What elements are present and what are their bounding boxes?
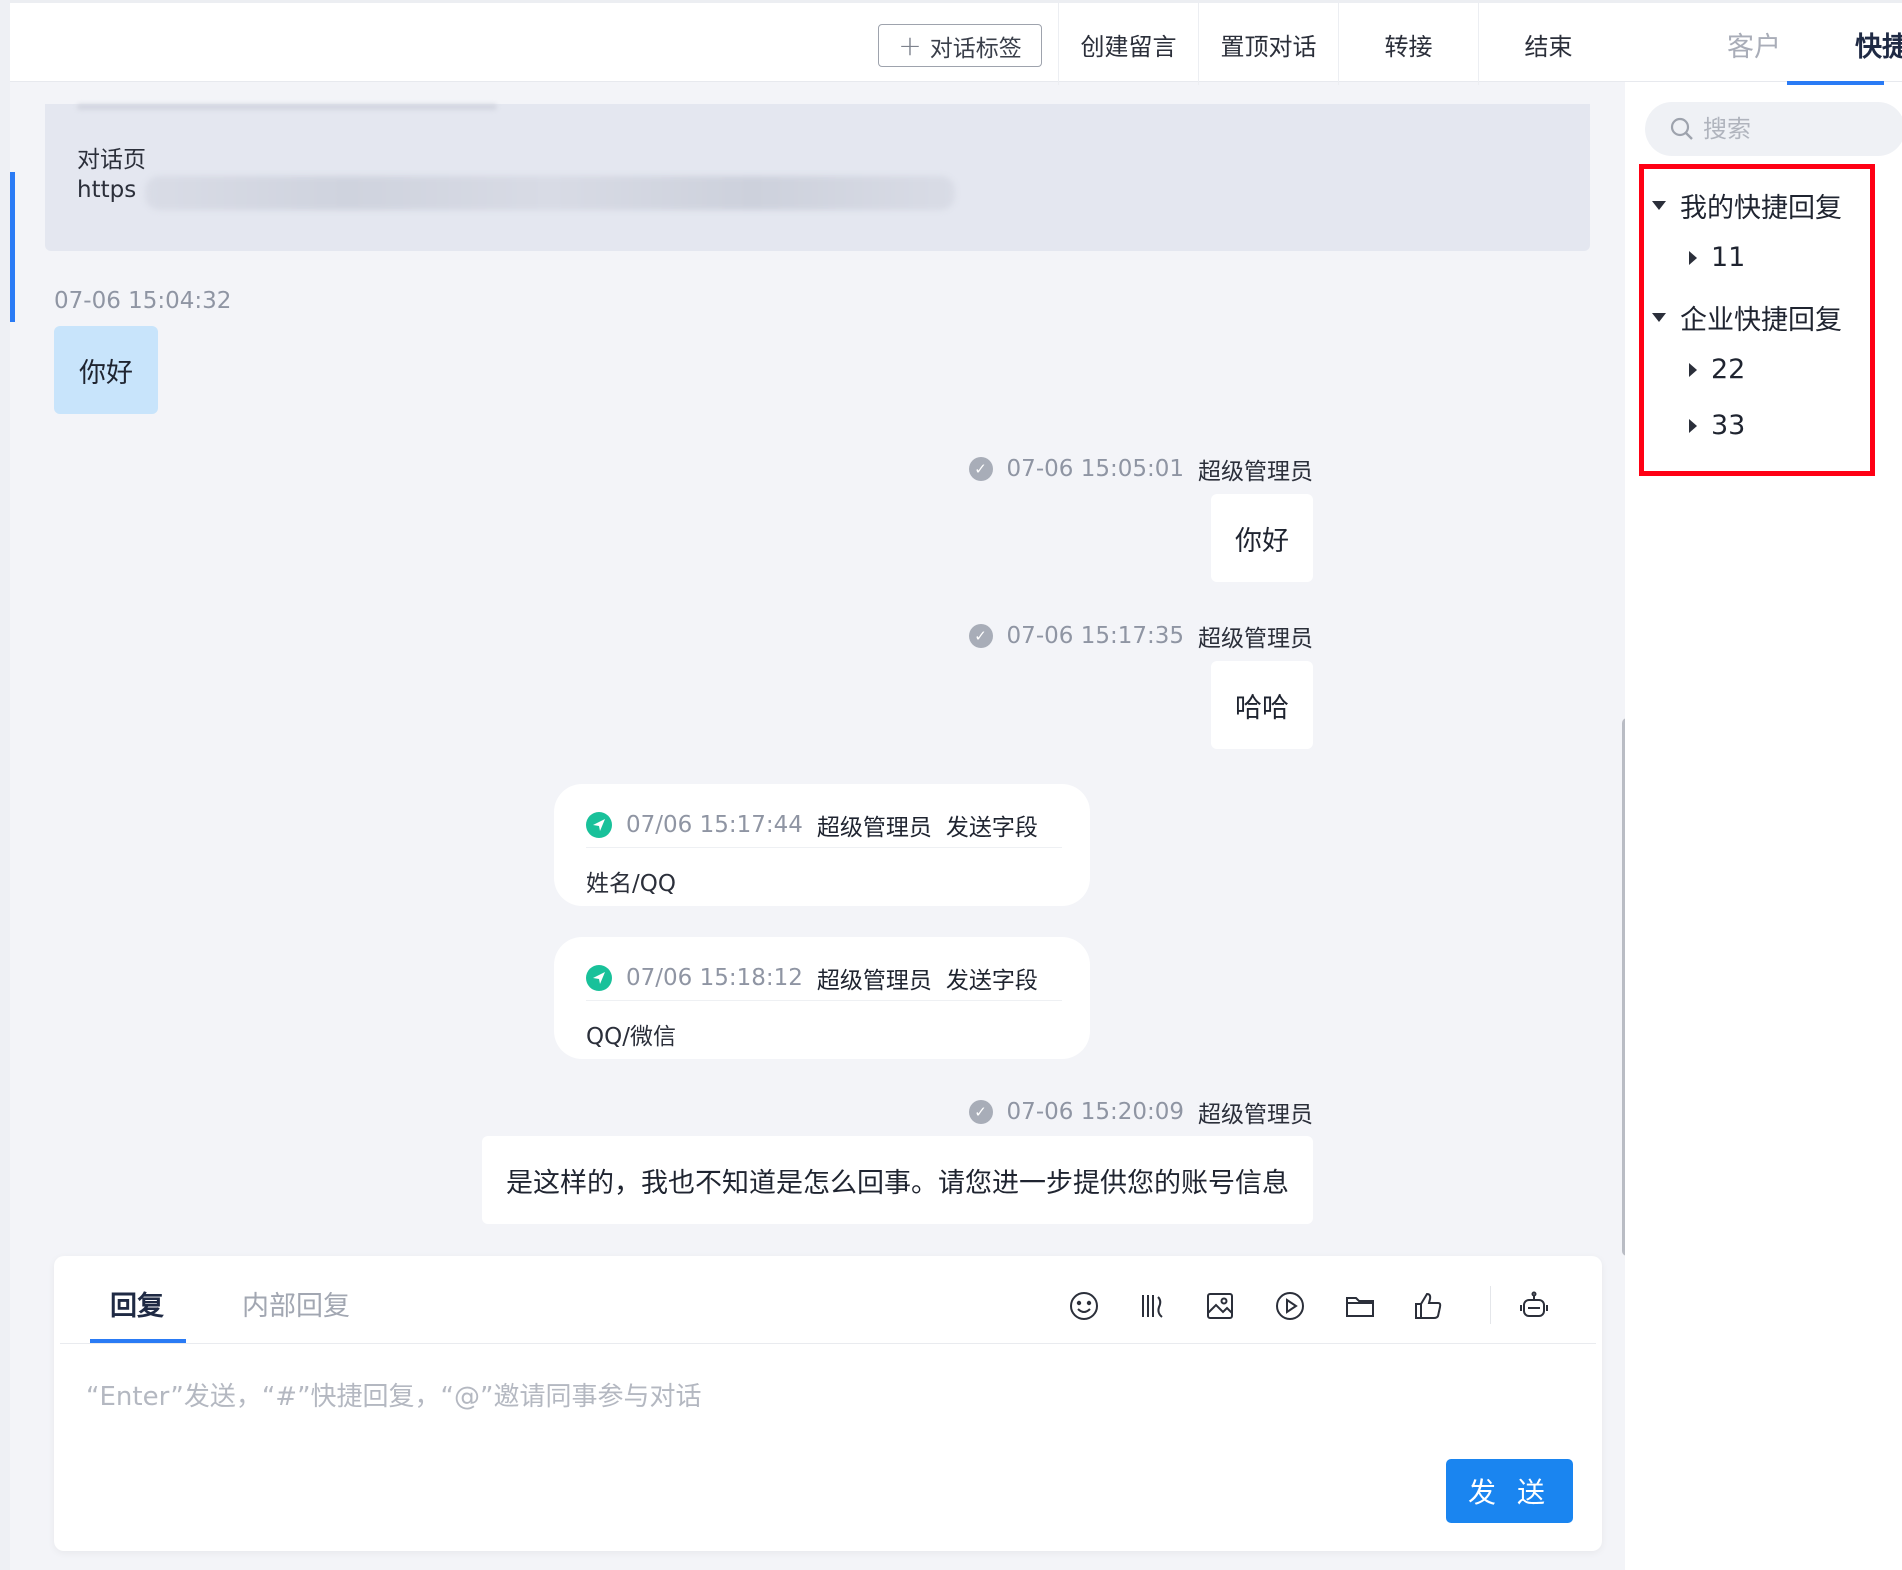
right-panel-tabs: 客户 快捷 <box>1625 0 1902 85</box>
caret-right-icon <box>1689 362 1697 377</box>
caret-down-icon <box>1652 201 1666 210</box>
read-check-icon: ✓ <box>968 624 993 648</box>
tree-item-label: 11 <box>1711 242 1746 273</box>
tree-item-label: 22 <box>1711 354 1746 385</box>
search-input[interactable] <box>1703 115 1883 143</box>
tree-item-label: 33 <box>1711 410 1746 441</box>
field-value: QQ/微信 <box>586 1024 676 1050</box>
reply-composer: 回复 内部回复 发 送 <box>54 1256 1602 1551</box>
add-conversation-tag-button[interactable]: + 对话标签 <box>878 24 1042 67</box>
tree-item-33[interactable]: 33 <box>1689 410 1745 441</box>
sent-field-card: 07/06 15:17:44 超级管理员 发送字段 姓名/QQ <box>554 784 1090 906</box>
message-meta: ✓ 07-06 15:17:35 超级管理员 <box>968 619 1313 653</box>
read-check-icon: ✓ <box>968 457 993 481</box>
tree-item-11[interactable]: 11 <box>1689 242 1745 273</box>
sent-field-header: 07/06 15:18:12 超级管理员 发送字段 <box>586 955 1062 1001</box>
blurred-text <box>77 104 497 110</box>
image-icon[interactable] <box>1200 1286 1240 1326</box>
message-sender: 超级管理员 <box>1198 459 1313 485</box>
message-timestamp: 07-06 15:04:32 <box>54 288 232 314</box>
tab-quick-reply[interactable]: 快捷 <box>1832 3 1902 85</box>
transfer-button[interactable]: 转接 <box>1338 3 1478 85</box>
quick-phrase-icon[interactable] <box>1132 1286 1172 1326</box>
plus-icon: + <box>898 29 922 62</box>
message-timestamp: 07-06 15:17:35 <box>1006 623 1184 649</box>
field-value: 姓名/QQ <box>586 871 676 897</box>
customer-message-bubble: 你好 <box>54 326 158 414</box>
tree-group-company-quick-replies[interactable]: 企业快捷回复 <box>1652 298 1842 337</box>
message-timestamp: 07-06 15:05:01 <box>1006 456 1184 482</box>
robot-icon[interactable] <box>1514 1286 1554 1326</box>
caret-down-icon <box>1652 313 1666 322</box>
folder-icon[interactable] <box>1340 1286 1380 1326</box>
visitor-page-card: 对话页 https <box>45 104 1590 251</box>
caret-right-icon <box>1689 418 1697 433</box>
agent-message-bubble: 哈哈 <box>1211 661 1313 749</box>
caret-right-icon <box>1689 250 1697 265</box>
message-meta: ✓ 07-06 15:20:09 超级管理员 <box>968 1095 1313 1129</box>
search-icon <box>1670 117 1693 140</box>
message-timestamp: 07/06 15:18:12 <box>626 964 803 991</box>
tree-group-label: 我的快捷回复 <box>1680 193 1842 224</box>
emoji-icon[interactable] <box>1064 1286 1104 1326</box>
message-meta: ✓ 07-06 15:05:01 超级管理员 <box>968 452 1313 486</box>
end-conversation-button[interactable]: 结束 <box>1478 3 1618 85</box>
right-side-panel: 客户 快捷 我的快捷回复 11 企业快捷回复 22 33 <box>1625 0 1902 1570</box>
tree-item-22[interactable]: 22 <box>1689 354 1745 385</box>
chat-toolbar: + 对话标签 创建留言 置顶对话 转接 结束 <box>10 0 1625 85</box>
quick-reply-search[interactable] <box>1645 102 1902 156</box>
active-tab-underline <box>1787 81 1884 85</box>
pin-conversation-button[interactable]: 置顶对话 <box>1198 3 1338 85</box>
thumbs-up-icon[interactable] <box>1408 1286 1448 1326</box>
reply-input[interactable] <box>86 1362 1566 1432</box>
page-card-label: 对话页 <box>77 147 146 173</box>
message-timestamp: 07/06 15:17:44 <box>626 811 803 838</box>
message-sender: 超级管理员 <box>816 967 932 994</box>
tree-group-label: 企业快捷回复 <box>1680 305 1842 336</box>
create-message-button[interactable]: 创建留言 <box>1058 3 1198 85</box>
message-sender: 超级管理员 <box>1198 1102 1313 1128</box>
sent-field-header: 07/06 15:17:44 超级管理员 发送字段 <box>586 802 1062 848</box>
send-button[interactable]: 发 送 <box>1446 1459 1573 1523</box>
tab-customer[interactable]: 客户 <box>1704 3 1804 85</box>
field-action-label: 发送字段 <box>945 967 1038 994</box>
message-sender: 超级管理员 <box>1198 626 1313 652</box>
toolbar-divider <box>1490 1286 1491 1324</box>
read-check-icon: ✓ <box>968 1100 993 1124</box>
scroll-position-indicator <box>10 172 15 322</box>
blurred-url <box>145 176 955 210</box>
composer-divider <box>60 1343 1596 1344</box>
page-card-url: https <box>77 177 137 203</box>
send-arrow-icon <box>586 964 612 991</box>
video-icon[interactable] <box>1270 1286 1310 1326</box>
agent-message-bubble: 是这样的，我也不知道是怎么回事。请您进一步提供您的账号信息 <box>482 1136 1313 1224</box>
sent-field-card: 07/06 15:18:12 超级管理员 发送字段 QQ/微信 <box>554 937 1090 1059</box>
tab-reply[interactable]: 回复 <box>110 1284 164 1323</box>
tag-button-label: 对话标签 <box>929 35 1022 62</box>
message-timestamp: 07-06 15:20:09 <box>1006 1099 1184 1125</box>
agent-message-bubble: 你好 <box>1211 494 1313 582</box>
tree-group-my-quick-replies[interactable]: 我的快捷回复 <box>1652 186 1842 225</box>
send-arrow-icon <box>586 811 612 838</box>
chat-main-area: + 对话标签 创建留言 置顶对话 转接 结束 对话页 https 07-06 1… <box>0 0 1632 1570</box>
field-action-label: 发送字段 <box>945 814 1038 841</box>
tab-internal-reply[interactable]: 内部回复 <box>242 1284 350 1323</box>
message-sender: 超级管理员 <box>816 814 932 841</box>
